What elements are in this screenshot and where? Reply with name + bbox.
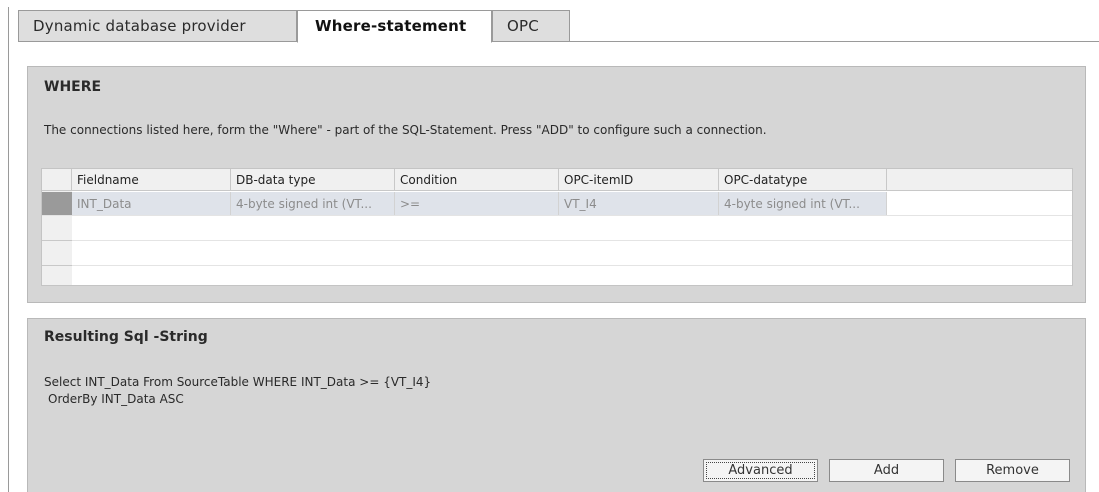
where-panel: WHERE The connections listed here, form …: [27, 66, 1086, 303]
advanced-button[interactable]: Advanced: [703, 459, 818, 482]
row-divider: [42, 240, 1072, 241]
row-header-divider: [42, 265, 72, 266]
cell-db-data-type[interactable]: 4-byte signed int (VT...: [231, 192, 395, 215]
row-divider: [42, 215, 1072, 216]
row-divider: [42, 265, 1072, 266]
tab-opc[interactable]: OPC: [492, 10, 570, 42]
row-selector-selected[interactable]: [42, 192, 72, 215]
column-header-fieldname[interactable]: Fieldname: [72, 169, 231, 191]
table-header: Fieldname DB-data type Condition OPC-ite…: [42, 169, 1072, 191]
cell-condition[interactable]: >=: [395, 192, 559, 215]
row-header-divider: [42, 240, 72, 241]
column-header-opc-datatype[interactable]: OPC-datatype: [719, 169, 887, 191]
resulting-sql-title: Resulting Sql -String: [44, 329, 208, 345]
sql-string-line-2: OrderBy INT_Data ASC: [48, 392, 184, 406]
tab-dynamic-database-provider[interactable]: Dynamic database provider: [18, 10, 297, 42]
sql-string-line-1: Select INT_Data From SourceTable WHERE I…: [44, 375, 432, 389]
cell-opc-itemid[interactable]: VT_I4: [559, 192, 719, 215]
cell-opc-datatype[interactable]: 4-byte signed int (VT...: [719, 192, 887, 215]
where-description: The connections listed here, form the "W…: [44, 123, 767, 137]
where-panel-title: WHERE: [44, 79, 102, 95]
add-button[interactable]: Add: [829, 459, 944, 482]
column-header-db-data-type[interactable]: DB-data type: [231, 169, 395, 191]
tab-bar-divider: [570, 41, 1099, 42]
where-connections-table[interactable]: Fieldname DB-data type Condition OPC-ite…: [41, 168, 1073, 286]
header-corner: [42, 169, 72, 191]
column-header-opc-itemid[interactable]: OPC-itemID: [559, 169, 719, 191]
column-header-condition[interactable]: Condition: [395, 169, 559, 191]
cell-fieldname[interactable]: INT_Data: [72, 192, 231, 215]
tab-where-statement[interactable]: Where-statement: [297, 10, 492, 43]
table-row[interactable]: INT_Data 4-byte signed int (VT... >= VT_…: [72, 192, 1072, 215]
remove-button[interactable]: Remove: [955, 459, 1070, 482]
